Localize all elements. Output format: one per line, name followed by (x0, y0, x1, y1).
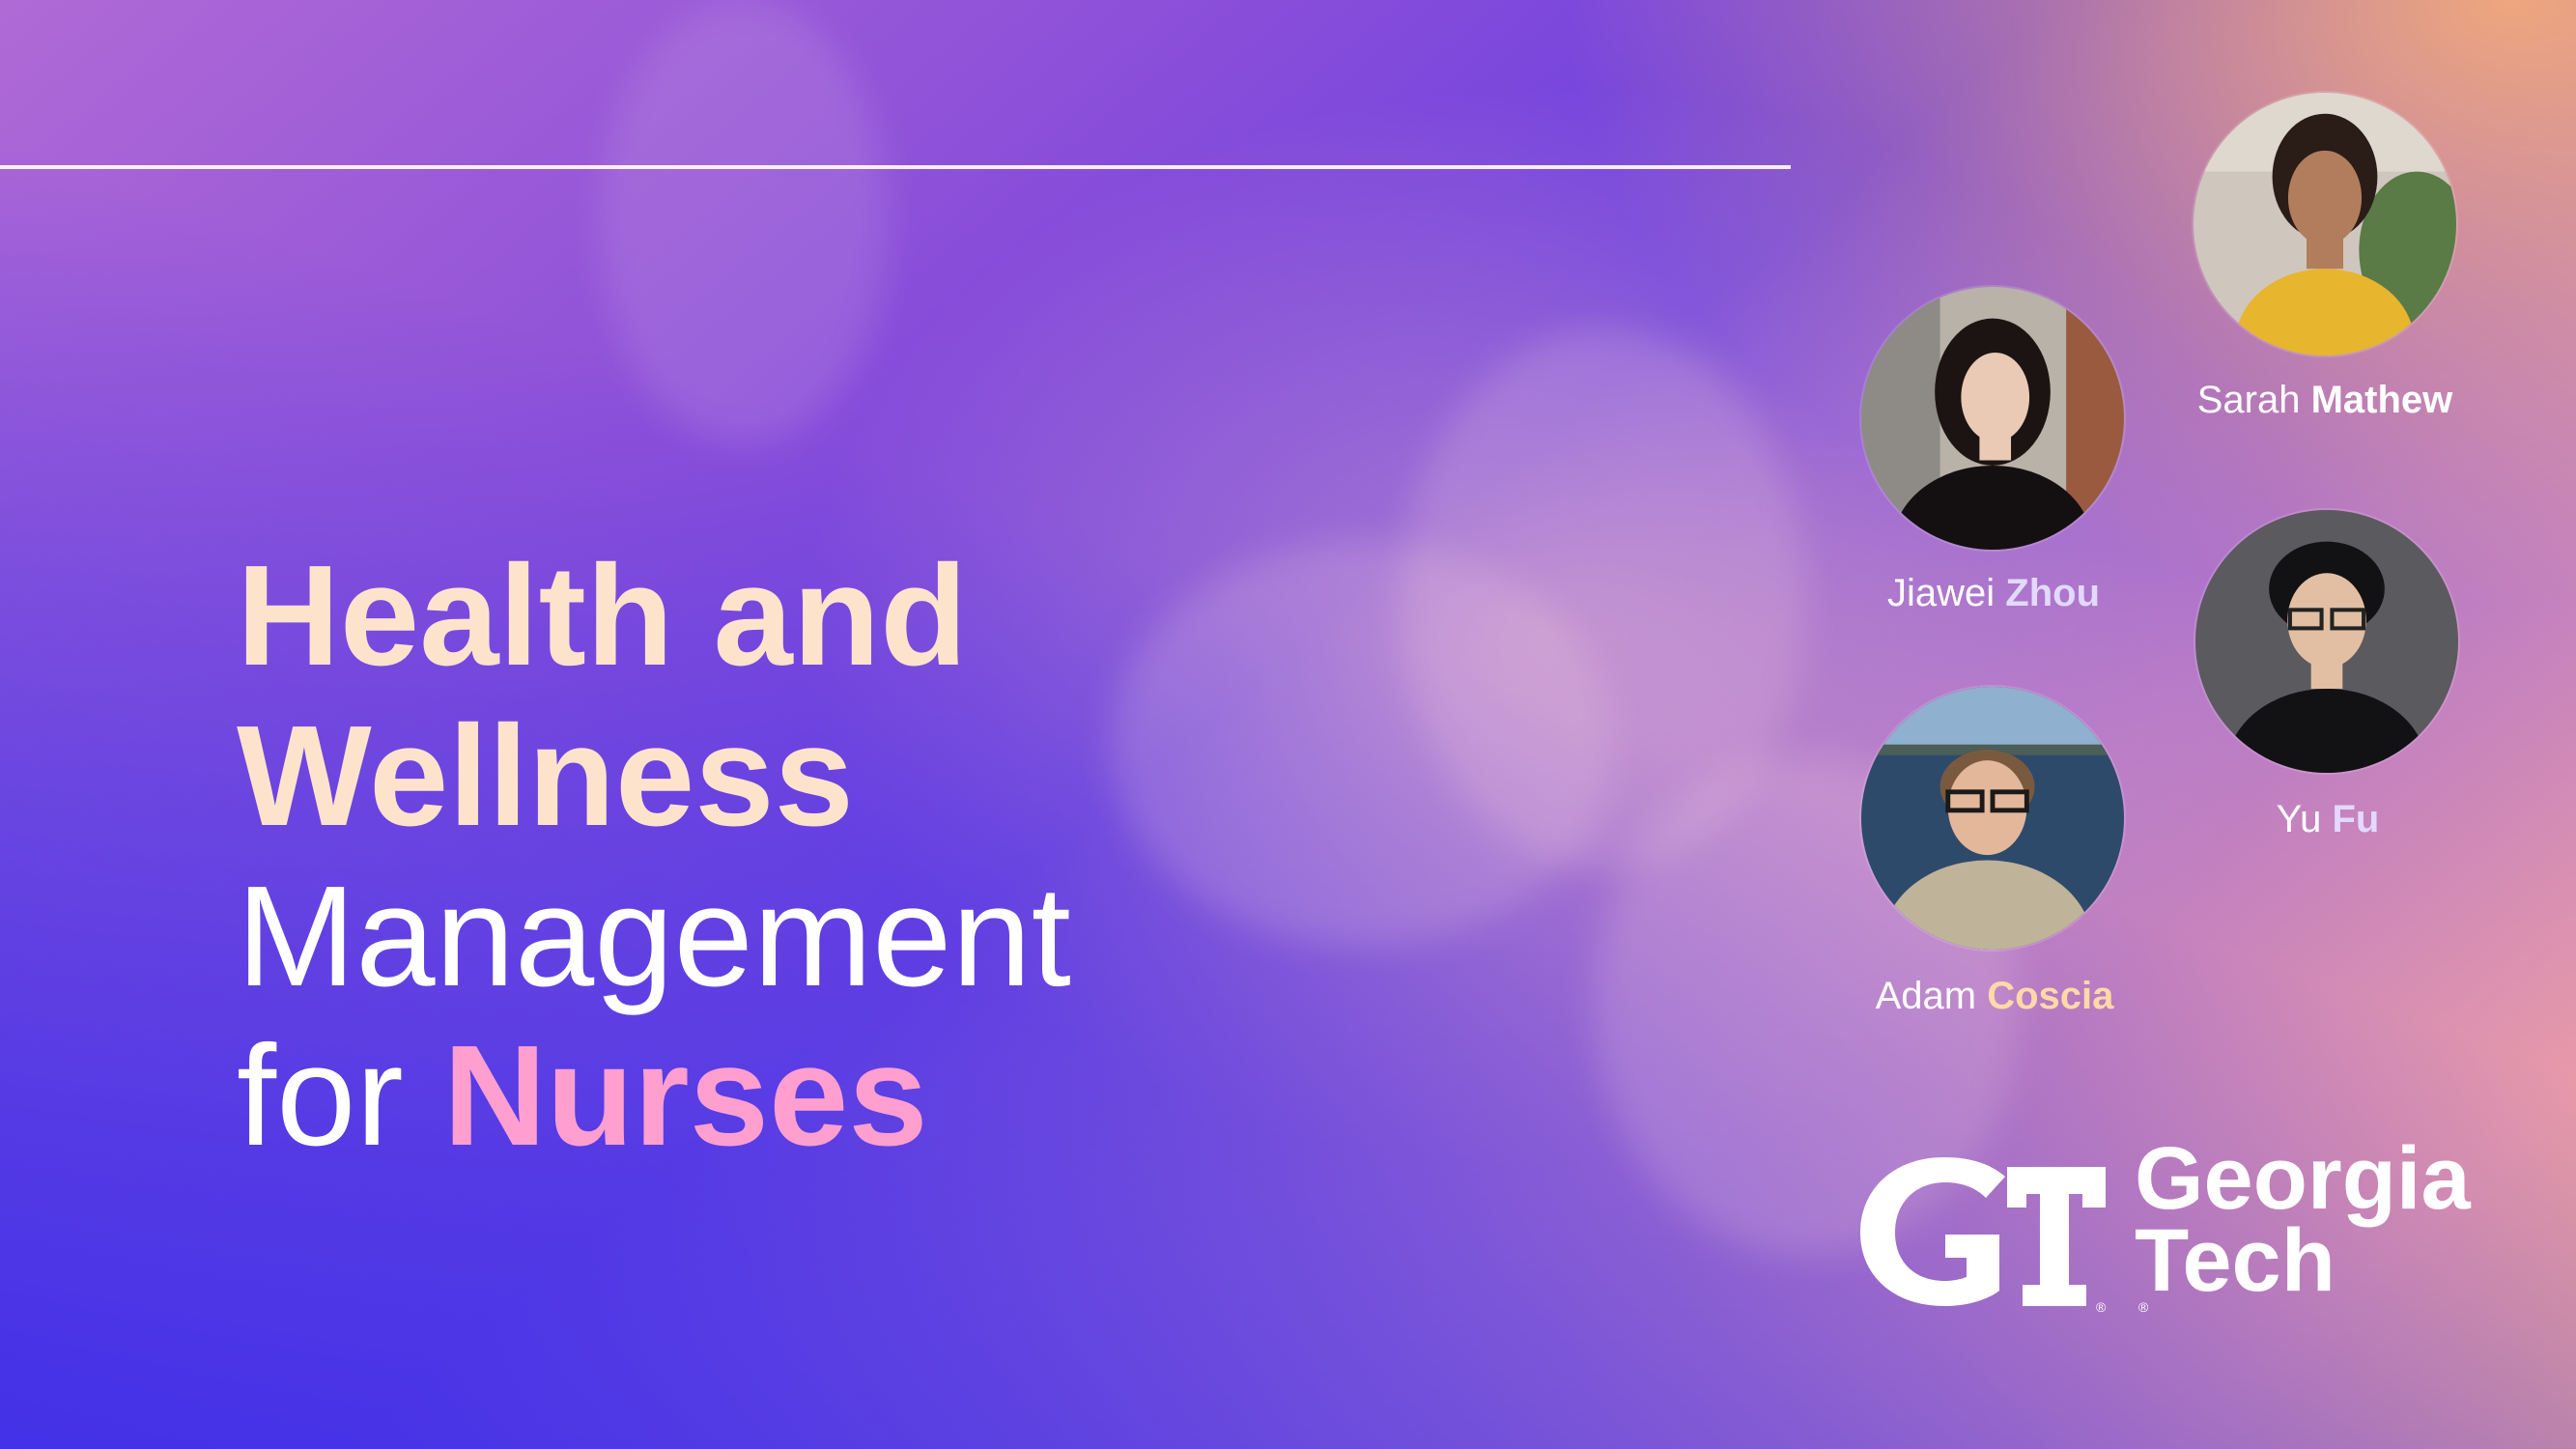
gt-word-tech: Tech ® (2135, 1210, 2335, 1316)
name-sarah-mathew: Sarah Mathew (2196, 379, 2453, 421)
top-divider-line (0, 165, 1791, 169)
title-line-3: Management (237, 856, 1071, 1016)
title-line-4: for Nurses (237, 1016, 1071, 1177)
gt-wordmark: Georgia Tech ® (2135, 1129, 2471, 1316)
avatar-adam-coscia (1861, 687, 2124, 950)
page-title: Health and Wellness Management for Nurse… (237, 536, 1071, 1177)
title-highlight: Nurses (442, 1016, 928, 1177)
avatar-jiawei-zhou (1861, 287, 2124, 550)
name-adam-coscia: Adam Coscia (1875, 975, 2114, 1017)
gt-monogram-logo: ® (1860, 1157, 2107, 1314)
name-jiawei-zhou: Jiawei Zhou (1886, 572, 2101, 614)
title-line-4-prefix: for (237, 1016, 443, 1177)
avatar-yu-fu (2195, 510, 2458, 773)
background-stethoscope-shape (599, 0, 889, 444)
title-line-2: Wellness (237, 696, 854, 856)
background-hand-shape (1111, 541, 1613, 947)
slide-background: Health and Wellness Management for Nurse… (0, 0, 2576, 1449)
name-yu-fu: Yu Fu (2276, 798, 2380, 840)
gt-reg-mark: ® (2096, 1299, 2107, 1314)
title-line-1: Health and (237, 536, 968, 696)
gt-word-georgia: Georgia (2135, 1129, 2471, 1228)
avatar-sarah-mathew (2194, 93, 2456, 355)
